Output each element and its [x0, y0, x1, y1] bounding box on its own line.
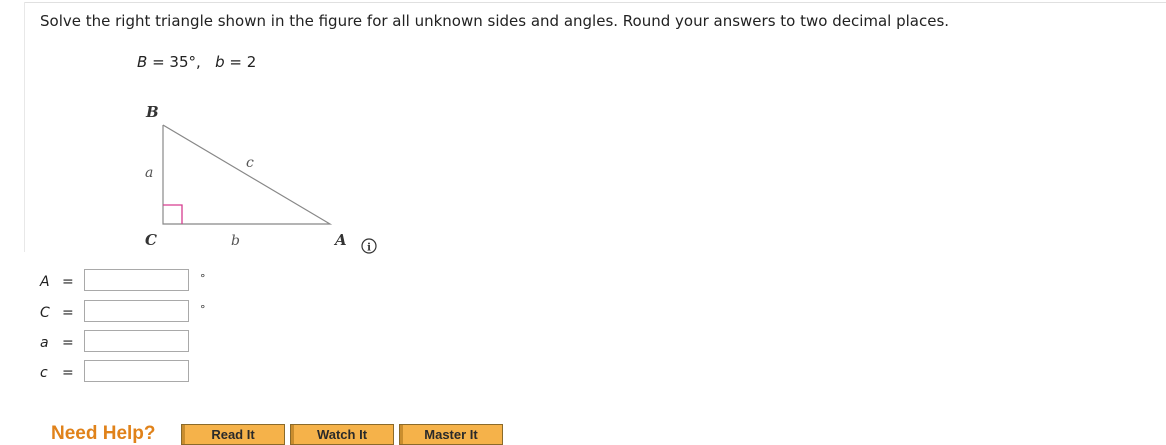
need-help-title: Need Help? — [51, 423, 156, 444]
top-divider — [24, 2, 1166, 3]
vertex-B-label: B — [145, 103, 159, 121]
answer-var-a: a — [40, 335, 49, 351]
right-angle-marker — [163, 204, 183, 224]
vertex-A-label: A — [333, 231, 347, 249]
answer-row-c: c = — [40, 360, 189, 386]
answer-var-A: A — [40, 274, 50, 290]
side-b-label: b — [231, 233, 240, 249]
given-b-eq: = 2 — [224, 53, 257, 71]
given-values: B = 35°, b = 2 — [137, 53, 256, 71]
answer-row-A: A = ° — [40, 269, 206, 295]
triangle-outline — [162, 124, 333, 225]
question-text: Solve the right triangle shown in the fi… — [40, 12, 950, 30]
master-it-button[interactable]: Master It — [399, 424, 503, 445]
side-c-input[interactable] — [84, 360, 189, 382]
answer-row-C: C = ° — [40, 300, 206, 326]
side-c-label: c — [246, 155, 254, 171]
read-it-button[interactable]: Read It — [181, 424, 285, 445]
given-B-var: B — [137, 53, 148, 71]
degree-unit-C: ° — [200, 303, 206, 316]
degree-unit-A: ° — [200, 272, 206, 285]
angle-A-input[interactable] — [84, 269, 189, 291]
answer-var-C: C — [40, 305, 50, 321]
side-a-label: a — [145, 165, 153, 181]
watch-it-button[interactable]: Watch It — [290, 424, 394, 445]
given-B-eq: = 35°, — [147, 53, 216, 71]
left-divider — [24, 2, 25, 252]
answer-var-c: c — [40, 365, 48, 381]
vertex-C-label: C — [145, 231, 157, 249]
angle-C-input[interactable] — [84, 300, 189, 322]
info-glyph: i — [367, 243, 371, 254]
side-a-input[interactable] — [84, 330, 189, 352]
info-circle-icon[interactable]: i — [361, 238, 377, 254]
answer-row-a: a = — [40, 330, 189, 356]
given-b-var: b — [215, 53, 225, 71]
